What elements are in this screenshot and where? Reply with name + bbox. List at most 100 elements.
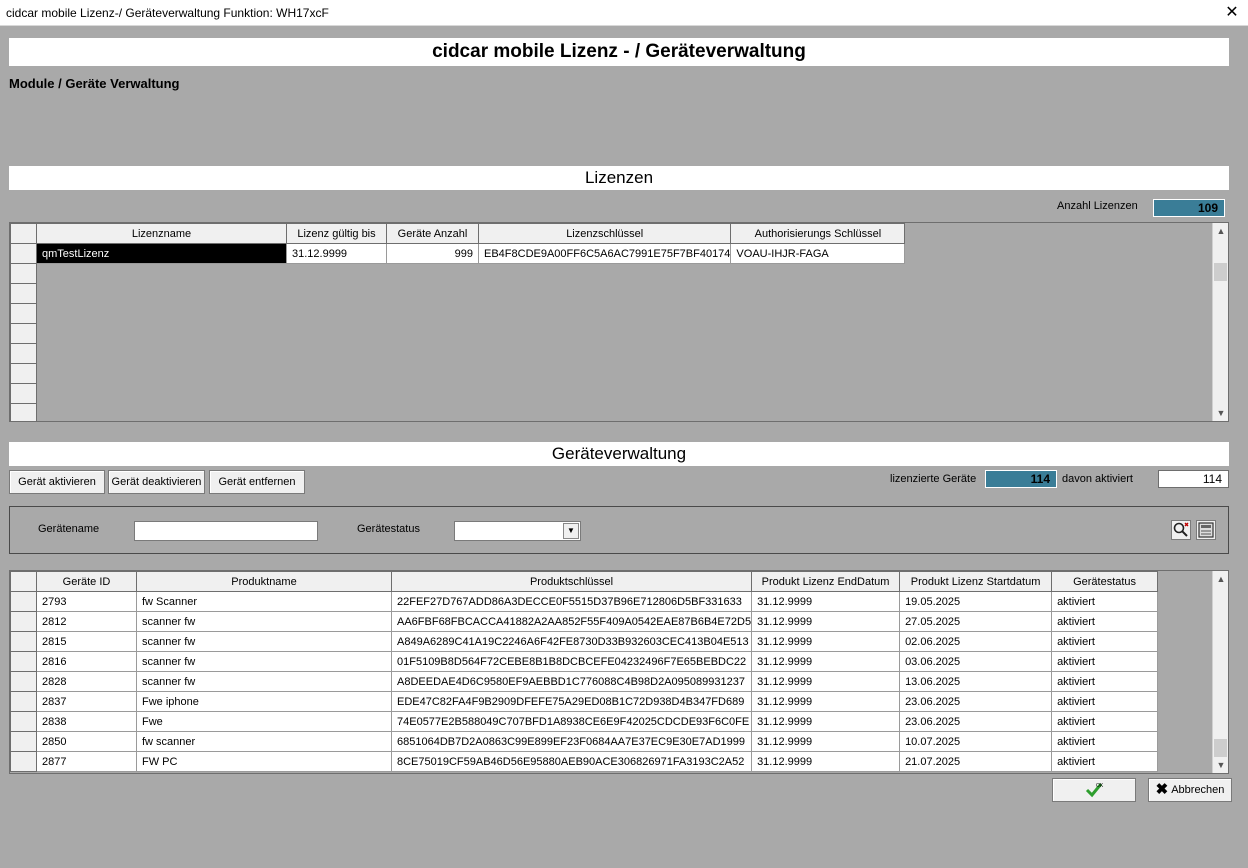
cell-produktschluessel[interactable]: A8DEEDAE4D6C9580EF9AEBBD1C776088C4B98D2A… — [390, 671, 753, 692]
cell-lizenzschluessel[interactable]: EB4F8CDE9A00FF6C5A6AC7991E75F7BF40174 — [477, 243, 732, 264]
cell-enddatum[interactable]: 31.12.9999 — [751, 711, 901, 732]
cell-geraetestatus[interactable]: aktiviert — [1051, 651, 1159, 672]
scroll-down-icon[interactable]: ▼ — [1213, 757, 1228, 773]
cell-produktname[interactable]: Fwe iphone — [136, 691, 392, 712]
table-row[interactable]: 2816 scanner fw 01F5109B8D564F72CEBE8B1B8D… — [10, 651, 1159, 672]
cell-geraete-id[interactable]: 2850 — [36, 731, 137, 752]
cell-startdatum[interactable]: 02.06.2025 — [899, 631, 1053, 652]
activate-device-button[interactable]: Gerät aktivieren — [9, 470, 105, 494]
cell-enddatum[interactable]: 31.12.9999 — [751, 671, 901, 692]
cell-produktname[interactable]: scanner fw — [136, 651, 392, 672]
cell-startdatum[interactable]: 19.05.2025 — [899, 591, 1053, 612]
row-selector[interactable] — [10, 651, 37, 672]
row-selector[interactable] — [10, 591, 37, 612]
scroll-thumb[interactable] — [1214, 263, 1227, 281]
cell-startdatum[interactable]: 10.07.2025 — [899, 731, 1053, 752]
cell-geraete-id[interactable]: 2812 — [36, 611, 137, 632]
cell-enddatum[interactable]: 31.12.9999 — [751, 631, 901, 652]
search-button[interactable] — [1171, 520, 1191, 540]
row-selector[interactable] — [10, 611, 37, 632]
cell-produktschluessel[interactable]: 8CE75019CF59AB46D56E95880AEB90ACE3068269… — [390, 751, 753, 772]
cell-produktschluessel[interactable]: 01F5109B8D564F72CEBE8B1B8DCBCEFE04232496… — [390, 651, 753, 672]
cell-enddatum[interactable]: 31.12.9999 — [751, 691, 901, 712]
device-name-input[interactable] — [134, 521, 318, 541]
cell-geraetestatus[interactable]: aktiviert — [1051, 751, 1159, 772]
col-header-startdatum[interactable]: Produkt Lizenz Startdatum — [899, 571, 1053, 592]
cell-produktname[interactable]: scanner fw — [136, 611, 392, 632]
table-row[interactable]: 2815 scanner fw A849A6289C41A19C2246A6F42F… — [10, 631, 1159, 652]
row-selector[interactable] — [10, 671, 37, 692]
col-header-geraete-anzahl[interactable]: Geräte Anzahl — [386, 223, 479, 244]
licenses-scrollbar[interactable]: ▲ ▼ — [1212, 223, 1228, 421]
cell-produktname[interactable]: scanner fw — [136, 631, 392, 652]
cell-produktschluessel[interactable]: A849A6289C41A19C2246A6F42FE8730D33B93260… — [390, 631, 753, 652]
col-header-produktschluessel[interactable]: Produktschlüssel — [390, 571, 753, 592]
close-window-button[interactable]: ✕ — [1216, 0, 1248, 26]
table-row[interactable]: 2877 FW PC 8CE75019CF59AB46D56E95880AEB90A… — [10, 751, 1159, 772]
device-status-select[interactable]: ▼ — [454, 521, 581, 541]
cell-auth-schluessel[interactable]: VOAU-IHJR-FAGA — [730, 243, 906, 264]
table-row[interactable]: 2812 scanner fw AA6FBF68FBCACCA41882A2AA85… — [10, 611, 1159, 632]
cell-geraetestatus[interactable]: aktiviert — [1051, 591, 1159, 612]
cell-produktschluessel[interactable]: EDE47C82FA4F9B2909DFEFE75A29ED08B1C72D93… — [390, 691, 753, 712]
table-row[interactable]: 2837 Fwe iphone EDE47C82FA4F9B2909DFEFE75A… — [10, 691, 1159, 712]
col-header-geraetestatus[interactable]: Gerätestatus — [1051, 571, 1159, 592]
row-selector[interactable] — [10, 731, 37, 752]
cell-produktname[interactable]: Fwe — [136, 711, 392, 732]
cell-geraetestatus[interactable]: aktiviert — [1051, 671, 1159, 692]
cell-produktname[interactable]: FW PC — [136, 751, 392, 772]
cell-geraetestatus[interactable]: aktiviert — [1051, 711, 1159, 732]
row-selector[interactable] — [10, 631, 37, 652]
scroll-up-icon[interactable]: ▲ — [1213, 223, 1228, 239]
table-row[interactable]: 2793 fw Scanner 22FEF27D767ADD86A3DECCE0F5… — [10, 591, 1159, 612]
cell-produktschluessel[interactable]: 6851064DB7D2A0863C99E899EF23F0684AA7E37E… — [390, 731, 753, 752]
row-selector[interactable] — [10, 751, 37, 772]
cell-produktname[interactable]: fw scanner — [136, 731, 392, 752]
table-row[interactable]: 2838 Fwe 74E0577E2B588049C707BFD1A8938CE6E… — [10, 711, 1159, 732]
cell-startdatum[interactable]: 27.05.2025 — [899, 611, 1053, 632]
cell-enddatum[interactable]: 31.12.9999 — [751, 751, 901, 772]
cell-startdatum[interactable]: 13.06.2025 — [899, 671, 1053, 692]
cancel-button[interactable]: ✖ Abbrechen — [1148, 778, 1232, 802]
col-header-lizenzschluessel[interactable]: Lizenzschlüssel — [477, 223, 732, 244]
cell-geraete-anzahl[interactable]: 999 — [386, 243, 479, 264]
cell-produktname[interactable]: fw Scanner — [136, 591, 392, 612]
cell-enddatum[interactable]: 31.12.9999 — [751, 651, 901, 672]
cell-startdatum[interactable]: 23.06.2025 — [899, 691, 1053, 712]
col-header-produktname[interactable]: Produktname — [136, 571, 392, 592]
cell-produktname[interactable]: scanner fw — [136, 671, 392, 692]
cell-produktschluessel[interactable]: AA6FBF68FBCACCA41882A2AA852F55F409A0542E… — [390, 611, 753, 632]
cell-enddatum[interactable]: 31.12.9999 — [751, 731, 901, 752]
cell-geraetestatus[interactable]: aktiviert — [1051, 631, 1159, 652]
cell-geraetestatus[interactable]: aktiviert — [1051, 611, 1159, 632]
cell-enddatum[interactable]: 31.12.9999 — [751, 591, 901, 612]
cell-startdatum[interactable]: 21.07.2025 — [899, 751, 1053, 772]
cell-produktschluessel[interactable]: 74E0577E2B588049C707BFD1A8938CE6E9F42025… — [390, 711, 753, 732]
scroll-down-icon[interactable]: ▼ — [1213, 405, 1228, 421]
cell-startdatum[interactable]: 23.06.2025 — [899, 711, 1053, 732]
ok-button[interactable]: OK — [1052, 778, 1136, 802]
remove-device-button[interactable]: Gerät entfernen — [209, 470, 305, 494]
cell-geraete-id[interactable]: 2837 — [36, 691, 137, 712]
table-row[interactable]: 2850 fw scanner 6851064DB7D2A0863C99E899EF… — [10, 731, 1159, 752]
col-header-geraete-id[interactable]: Geräte ID — [36, 571, 137, 592]
row-selector[interactable] — [10, 243, 37, 264]
cell-produktschluessel[interactable]: 22FEF27D767ADD86A3DECCE0F5515D37B96E7128… — [390, 591, 753, 612]
col-header-enddatum[interactable]: Produkt Lizenz EndDatum — [751, 571, 901, 592]
clear-filter-button[interactable] — [1196, 520, 1216, 540]
deactivate-device-button[interactable]: Gerät deaktivieren — [108, 470, 205, 494]
cell-geraete-id[interactable]: 2793 — [36, 591, 137, 612]
scroll-thumb[interactable] — [1214, 739, 1227, 757]
devices-scrollbar[interactable]: ▲ ▼ — [1212, 571, 1228, 773]
row-selector[interactable] — [10, 691, 37, 712]
cell-geraete-id[interactable]: 2828 — [36, 671, 137, 692]
cell-startdatum[interactable]: 03.06.2025 — [899, 651, 1053, 672]
cell-geraete-id[interactable]: 2838 — [36, 711, 137, 732]
col-header-lizenzname[interactable]: Lizenzname — [36, 223, 287, 244]
cell-lizenzname[interactable]: qmTestLizenz — [36, 243, 287, 264]
cell-geraete-id[interactable]: 2877 — [36, 751, 137, 772]
cell-geraetestatus[interactable]: aktiviert — [1051, 731, 1159, 752]
col-header-gueltig-bis[interactable]: Lizenz gültig bis — [286, 223, 387, 244]
cell-geraete-id[interactable]: 2816 — [36, 651, 137, 672]
scroll-up-icon[interactable]: ▲ — [1213, 571, 1228, 587]
